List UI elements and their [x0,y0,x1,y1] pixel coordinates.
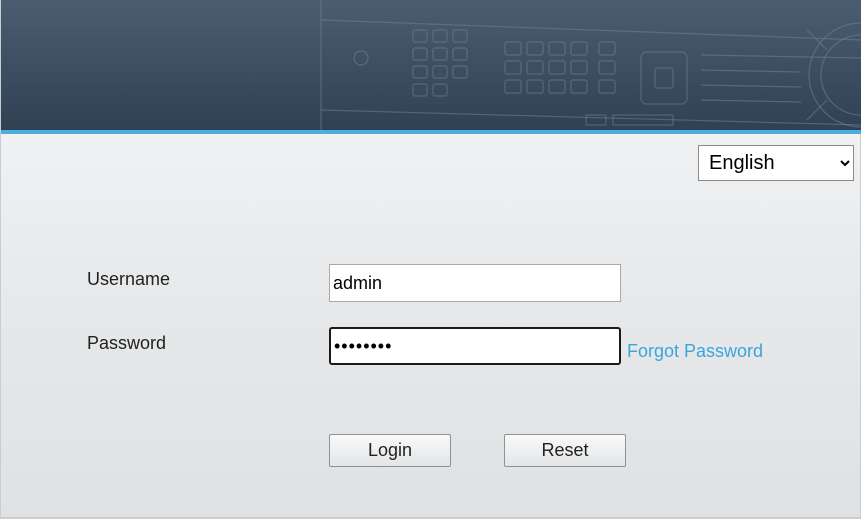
password-input[interactable] [329,327,621,365]
reset-button[interactable]: Reset [504,434,626,467]
username-input[interactable] [329,264,621,302]
forgot-password-link[interactable]: Forgot Password [627,341,763,362]
language-select[interactable]: English [698,145,854,181]
accent-line [1,130,861,134]
nvr-device-illustration [320,0,861,130]
username-label: Username [87,269,171,289]
login-button[interactable]: Login [329,434,451,467]
header-banner [1,0,861,130]
password-label: Password [87,333,167,353]
login-page: English Username Password Forgot Passwor… [0,0,861,519]
